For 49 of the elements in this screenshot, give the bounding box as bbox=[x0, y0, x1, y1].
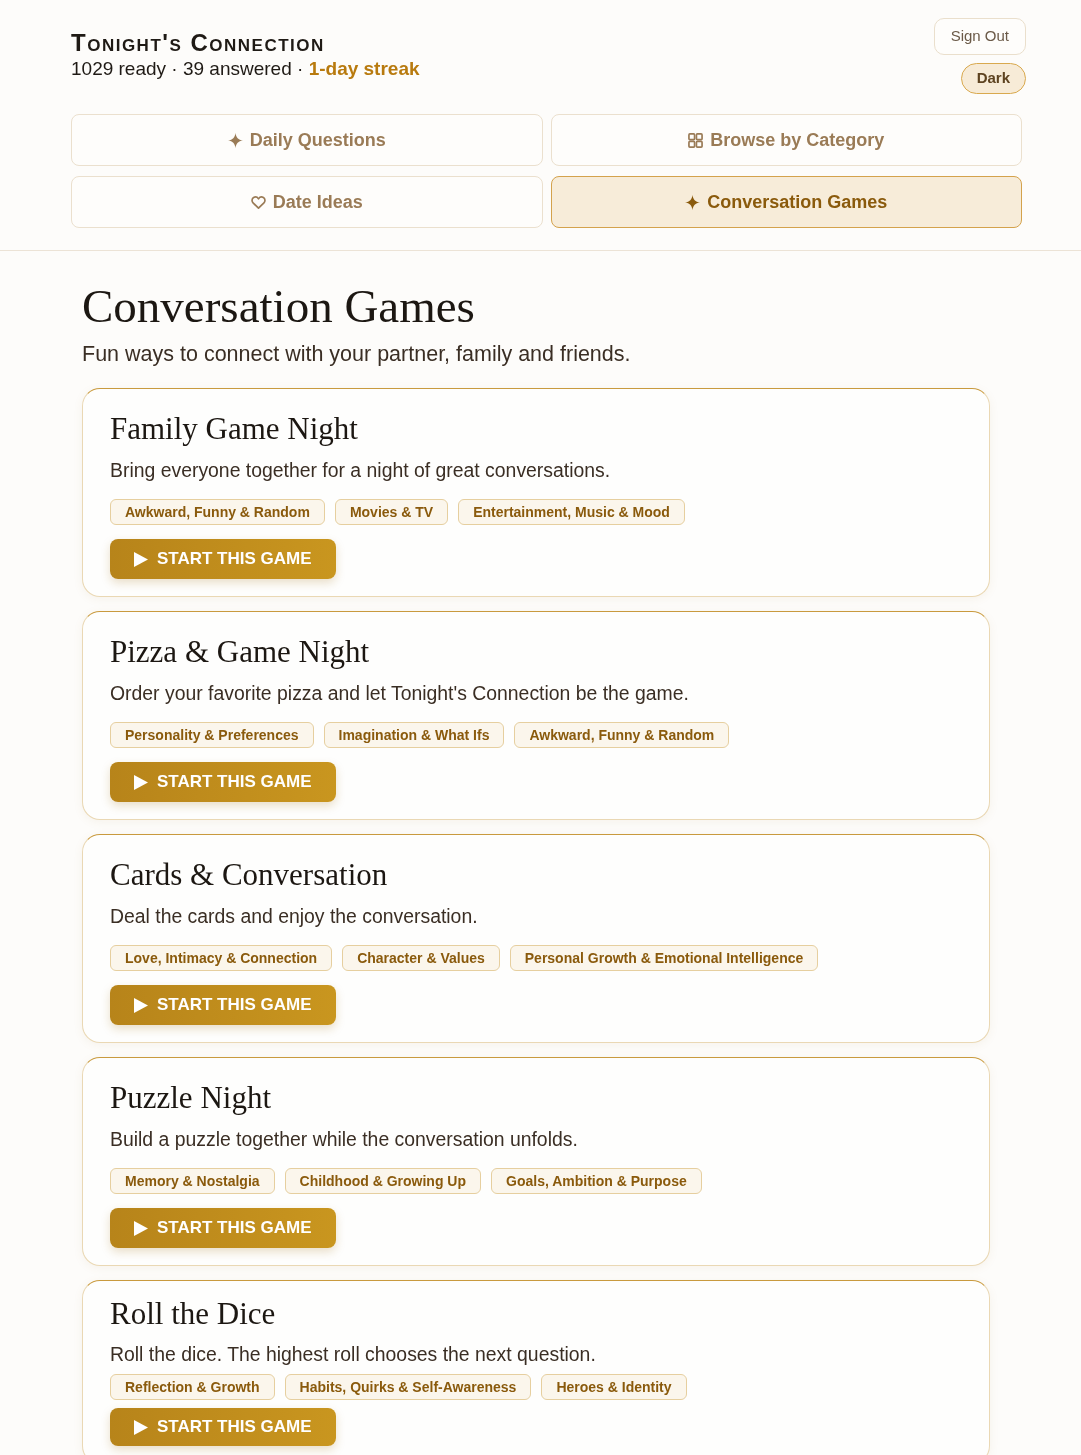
game-title: Roll the Dice bbox=[110, 1296, 277, 1332]
game-description: Deal the cards and enjoy the conversation. bbox=[110, 904, 479, 929]
sparkle-icon bbox=[685, 194, 701, 210]
nav-tab[interactable]: Browse by Category bbox=[550, 114, 1022, 166]
start-game-button[interactable]: START THIS GAME bbox=[110, 539, 336, 579]
page-subtitle: Fun ways to connect with your partner, family and friends. bbox=[82, 341, 632, 367]
play-icon bbox=[134, 551, 148, 567]
category-tag: Memory & Nostalgia bbox=[110, 1168, 275, 1194]
game-description: Roll the dice. The highest roll chooses the next question. bbox=[110, 1342, 597, 1367]
category-tag: Awkward, Funny & Random bbox=[514, 722, 730, 748]
game-description: Bring everyone together for a night of great conversations. bbox=[110, 458, 612, 483]
play-icon bbox=[134, 1220, 148, 1236]
start-game-button[interactable]: START THIS GAME bbox=[110, 762, 336, 802]
nav-tab[interactable]: Date Ideas bbox=[71, 176, 543, 228]
category-tag: Entertainment, Music & Mood bbox=[458, 499, 685, 525]
start-game-button[interactable]: START THIS GAME bbox=[110, 1208, 336, 1248]
nav-tab[interactable]: Daily Questions bbox=[71, 114, 543, 166]
start-game-button[interactable]: START THIS GAME bbox=[110, 1408, 336, 1446]
category-tag: Heroes & Identity bbox=[541, 1374, 687, 1400]
start-game-button[interactable]: START THIS GAME bbox=[110, 985, 336, 1025]
play-icon bbox=[134, 1419, 148, 1435]
stats-text: 1029 ready · 39 answered · 1-day streak bbox=[71, 57, 420, 81]
sparkle-icon bbox=[227, 132, 243, 148]
category-tag: Awkward, Funny & Random bbox=[110, 499, 325, 525]
category-tag: Reflection & Growth bbox=[110, 1374, 275, 1400]
heart-icon bbox=[250, 194, 266, 210]
category-tag: Childhood & Growing Up bbox=[284, 1168, 481, 1194]
category-tag: Character & Values bbox=[342, 945, 500, 971]
game-description: Build a puzzle together while the conversation unfolds. bbox=[110, 1127, 579, 1152]
game-title: Puzzle Night bbox=[110, 1080, 272, 1116]
category-tag: Personality & Preferences bbox=[110, 722, 314, 748]
category-tag: Personal Growth & Emotional Intelligence bbox=[509, 945, 819, 971]
play-icon bbox=[134, 774, 148, 790]
game-description: Order your favorite pizza and let Tonight's Connection be the game. bbox=[110, 681, 690, 706]
category-tag: Goals, Ambition & Purpose bbox=[491, 1168, 702, 1194]
game-title: Family Game Night bbox=[110, 411, 359, 447]
page-heading: Conversation Games bbox=[82, 281, 476, 331]
game-title: Cards & Conversation bbox=[110, 857, 389, 893]
app-title: Tonight's Connection bbox=[71, 29, 326, 57]
category-tag: Love, Intimacy & Connection bbox=[110, 945, 333, 971]
category-tag: Habits, Quirks & Self-Awareness bbox=[284, 1374, 532, 1400]
play-icon bbox=[134, 997, 148, 1013]
category-tag: Imagination & What Ifs bbox=[323, 722, 505, 748]
category-tag: Movies & TV bbox=[334, 499, 449, 525]
dark-mode-button[interactable]: Dark bbox=[960, 63, 1026, 94]
grid-icon bbox=[688, 132, 704, 148]
game-title: Pizza & Game Night bbox=[110, 634, 371, 670]
sign-out-button[interactable]: Sign Out bbox=[933, 18, 1026, 55]
nav-tab[interactable]: Conversation Games bbox=[550, 176, 1022, 228]
